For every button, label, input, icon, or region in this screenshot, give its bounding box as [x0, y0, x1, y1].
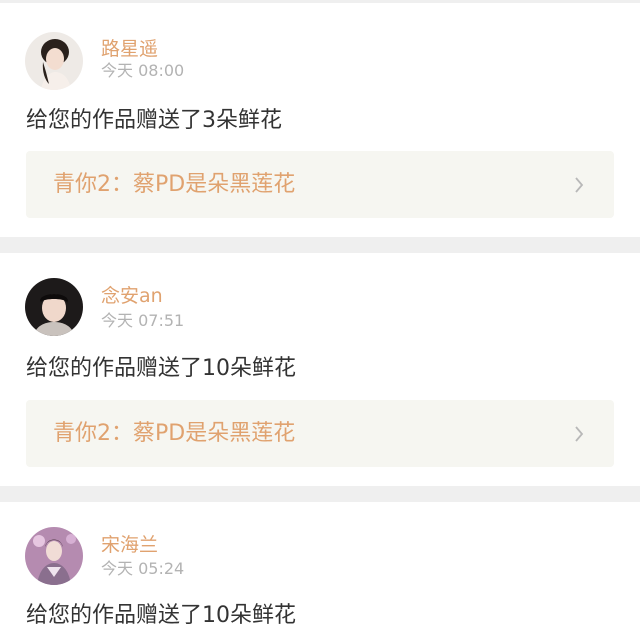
notification-card: 念安an 今天 07:51 给您的作品赠送了10朵鲜花 青你2：蔡PD是朵黑莲花	[0, 253, 640, 486]
performer-on-stage-avatar-icon	[25, 527, 83, 585]
user-avatar[interactable]	[25, 278, 83, 336]
girl-with-bangs-avatar-icon	[25, 278, 83, 336]
user-avatar[interactable]	[25, 32, 83, 90]
timestamp: 今天 07:51	[101, 311, 185, 330]
work-link[interactable]: 青你2：蔡PD是朵黑莲花	[26, 400, 614, 467]
gift-message: 给您的作品赠送了10朵鲜花	[26, 603, 296, 628]
notification-card: 宋海兰 今天 05:24 给您的作品赠送了10朵鲜花	[0, 502, 640, 644]
timestamp: 今天 05:24	[101, 559, 185, 578]
notification-card: 路星遥 今天 08:00 给您的作品赠送了3朵鲜花 青你2：蔡PD是朵黑莲花	[0, 3, 640, 237]
girl-portrait-avatar-icon	[25, 32, 83, 90]
work-title: 青你2：蔡PD是朵黑莲花	[53, 172, 296, 197]
work-link[interactable]: 青你2：蔡PD是朵黑莲花	[26, 151, 614, 218]
chevron-right-icon	[575, 177, 584, 193]
username[interactable]: 路星遥	[101, 37, 158, 61]
notification-feed: 路星遥 今天 08:00 给您的作品赠送了3朵鲜花 青你2：蔡PD是朵黑莲花 念…	[0, 0, 640, 644]
username[interactable]: 念安an	[101, 284, 163, 308]
username[interactable]: 宋海兰	[101, 533, 158, 557]
chevron-right-icon	[575, 426, 584, 442]
gift-message: 给您的作品赠送了10朵鲜花	[26, 356, 296, 381]
gift-message: 给您的作品赠送了3朵鲜花	[26, 108, 282, 133]
user-avatar[interactable]	[25, 527, 83, 585]
work-title: 青你2：蔡PD是朵黑莲花	[53, 421, 296, 446]
timestamp: 今天 08:00	[101, 61, 185, 80]
